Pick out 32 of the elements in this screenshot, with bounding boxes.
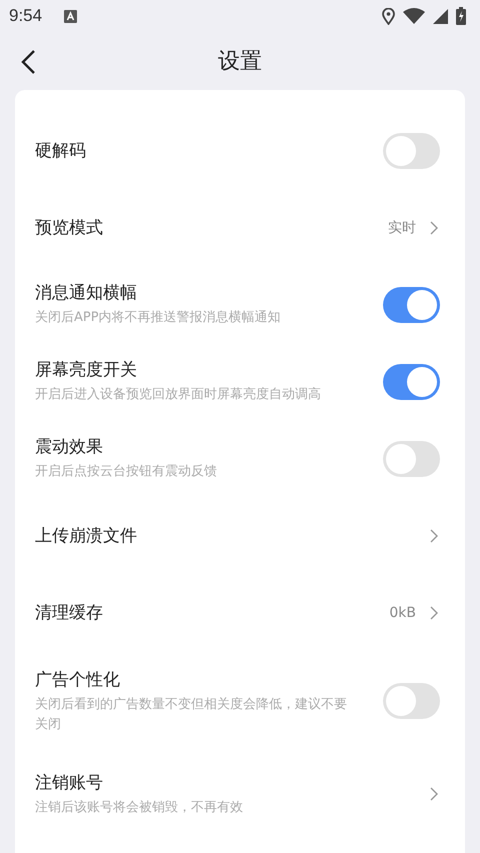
wifi-icon [403, 8, 425, 24]
chevron-icon[interactable] [430, 528, 438, 542]
setting-description: 关闭后看到的广告数量不变但相关度会降低，建议不要关闭 [35, 696, 348, 734]
chevron-icon[interactable] [430, 787, 438, 801]
setting-label: 震动效果 [35, 436, 104, 458]
setting-label: 屏幕亮度开关 [35, 359, 138, 381]
toggle-switch[interactable] [383, 364, 440, 400]
status-time: 9:54 [9, 6, 42, 26]
setting-description: 开启后点按云台按钮有震动反馈 [35, 463, 218, 481]
setting-label: 清理缓存 [35, 602, 104, 624]
setting-description: 注销后该账号将会被销毁，不再有效 [35, 798, 244, 816]
toggle-switch[interactable] [383, 132, 440, 168]
page-title: 设置 [218, 48, 262, 76]
setting-value: 实时 [388, 218, 416, 236]
setting-label: 预览模式 [35, 217, 104, 239]
battery-icon [456, 7, 466, 25]
setting-label: 硬解码 [35, 140, 87, 162]
setting-label: 注销账号 [35, 772, 104, 794]
location-icon [382, 8, 395, 24]
toggle-switch[interactable] [383, 683, 440, 719]
setting-label: 消息通知横幅 [35, 282, 138, 304]
signal-icon [433, 8, 448, 24]
chevron-icon[interactable] [430, 606, 438, 620]
setting-label: 广告个性化 [35, 668, 121, 690]
toggle-switch[interactable] [383, 440, 440, 476]
toggle-switch[interactable] [383, 286, 440, 322]
setting-description: 关闭后APP内将不再推送警报消息横幅通知 [35, 309, 282, 327]
setting-value: 0kB [389, 604, 416, 620]
setting-description: 开启后进入设备预览回放界面时屏幕亮度自动调高 [35, 386, 322, 404]
chevron-icon[interactable] [430, 220, 438, 234]
notification-icon [64, 10, 78, 22]
setting-label: 上传崩溃文件 [35, 525, 138, 547]
